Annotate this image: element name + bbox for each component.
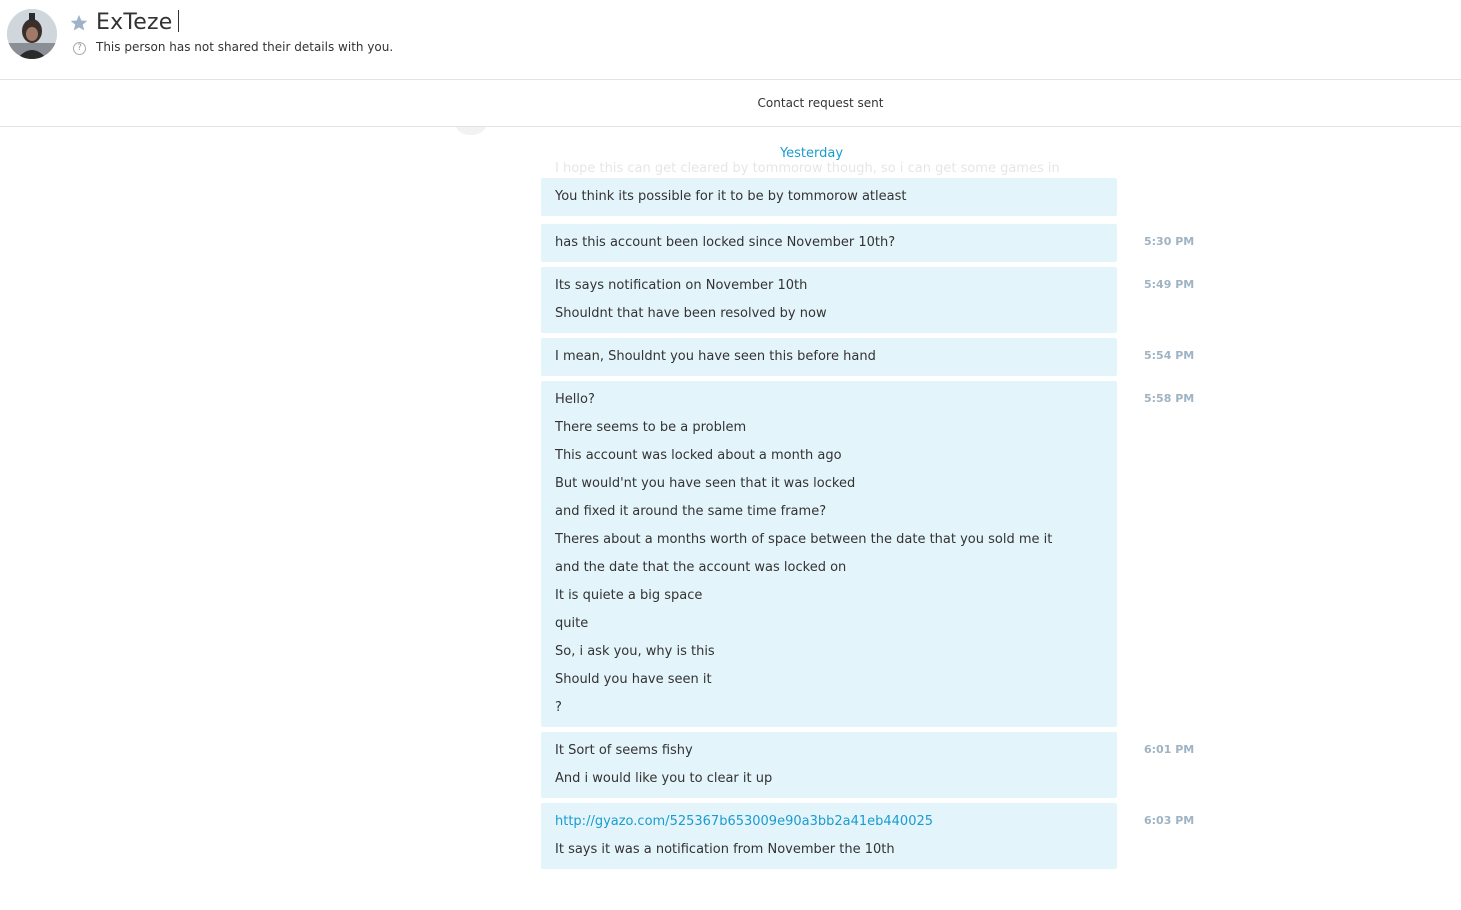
- message-history[interactable]: Yesterday I hope this can get cleared by…: [0, 127, 1461, 910]
- message-text: You think its possible for it to be by t…: [555, 189, 907, 204]
- scroll-placeholder: [456, 127, 486, 135]
- message-text: Hello?: [555, 392, 595, 407]
- info-icon[interactable]: ?: [73, 42, 86, 55]
- message-text: and fixed it around the same time frame?: [555, 504, 827, 519]
- message-link[interactable]: http://gyazo.com/525367b653009e90a3bb2a4…: [555, 811, 1103, 839]
- message-bubble[interactable]: I mean, Shouldnt you have seen this befo…: [541, 338, 1117, 376]
- message-timestamp: 5:49 PM: [1144, 278, 1195, 291]
- message-text: But would'nt you have seen that it was l…: [555, 476, 856, 491]
- message-text: So, i ask you, why is this: [555, 644, 715, 659]
- message-text: And i would like you to clear it up: [555, 771, 773, 786]
- message-text: It is quiete a big space: [555, 588, 703, 603]
- message-bubble[interactable]: Its says notification on November 10th S…: [541, 267, 1117, 333]
- message-bubble[interactable]: It Sort of seems fishy And i would like …: [541, 732, 1117, 798]
- contact-request-text: Contact request sent: [757, 96, 884, 110]
- message-text: ?: [555, 700, 562, 715]
- message-text: and the date that the account was locked…: [555, 560, 847, 575]
- message-timestamp: 5:30 PM: [1144, 235, 1195, 248]
- message-timestamp: 5:58 PM: [1144, 392, 1195, 405]
- message-timestamp: 6:03 PM: [1144, 814, 1195, 827]
- contact-name[interactable]: ExTeze: [96, 10, 180, 35]
- message-timestamp: 6:01 PM: [1144, 743, 1195, 756]
- message-text: Its says notification on November 10th: [555, 278, 808, 293]
- message-text: It Sort of seems fishy: [555, 743, 693, 758]
- message-text: Shouldnt that have been resolved by now: [555, 306, 827, 321]
- message-text: This account was locked about a month ag…: [555, 448, 842, 463]
- message-text: It says it was a notification from Novem…: [555, 842, 895, 857]
- contact-subtitle: This person has not shared their details…: [96, 40, 394, 54]
- message-bubble[interactable]: http://gyazo.com/525367b653009e90a3bb2a4…: [541, 803, 1117, 869]
- contact-avatar[interactable]: [7, 9, 57, 59]
- faded-message: I hope this can get cleared by tommorow …: [555, 161, 1060, 176]
- message-bubble[interactable]: You think its possible for it to be by t…: [541, 178, 1117, 216]
- message-bubble[interactable]: has this account been locked since Novem…: [541, 224, 1117, 262]
- message-text: Theres about a months worth of space bet…: [555, 532, 1053, 547]
- message-timestamp: 5:54 PM: [1144, 349, 1195, 362]
- favorite-star-icon[interactable]: [70, 14, 88, 32]
- conversation-header: ExTeze ? This person has not shared thei…: [0, 0, 1461, 80]
- message-bubble[interactable]: Hello? There seems to be a problem This …: [541, 381, 1117, 727]
- message-text: quite: [555, 616, 589, 631]
- message-text: There seems to be a problem: [555, 420, 747, 435]
- message-text: I mean, Shouldnt you have seen this befo…: [555, 349, 876, 364]
- day-separator: Yesterday: [779, 146, 844, 161]
- contact-request-banner: Contact request sent: [0, 80, 1461, 127]
- message-text: Should you have seen it: [555, 672, 712, 687]
- message-text: has this account been locked since Novem…: [555, 235, 896, 250]
